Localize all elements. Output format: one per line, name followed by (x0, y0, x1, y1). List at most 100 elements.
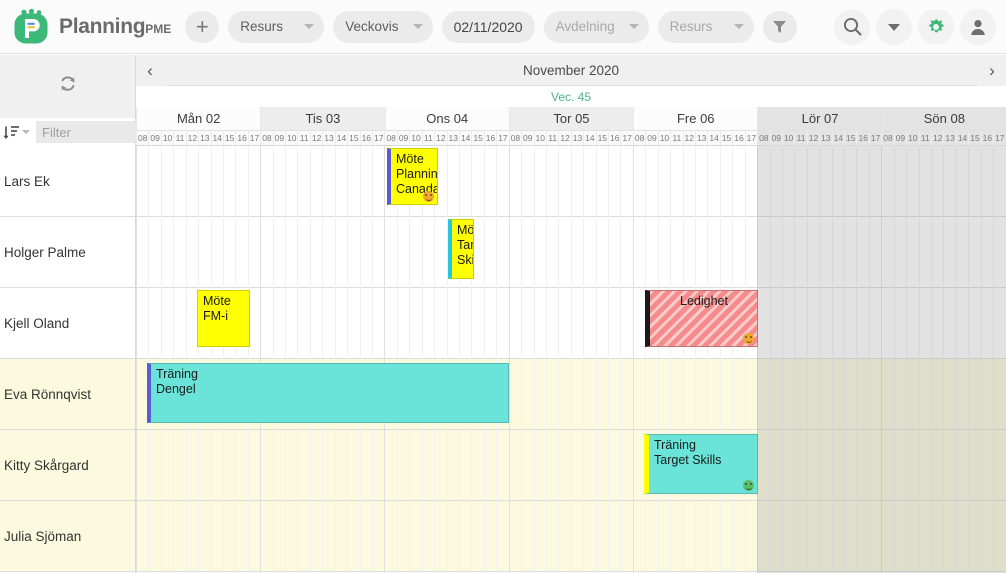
hour-header-cell: 12 (309, 131, 323, 146)
resource-select-value: Resurs (669, 19, 713, 34)
hour-header-cell: 17 (744, 131, 758, 146)
resource-row[interactable]: Holger Palme (0, 217, 135, 288)
hour-header-cell: 09 (148, 131, 161, 146)
timeline-row[interactable] (136, 430, 1006, 501)
timeline-row[interactable] (136, 501, 1006, 572)
hour-header-cell: 12 (931, 131, 944, 146)
hour-header-cell: 17 (247, 131, 261, 146)
event-label: Skil (457, 253, 473, 267)
filter-button[interactable] (762, 10, 797, 43)
chevron-down-icon (412, 24, 423, 29)
hour-header-cell: 16 (856, 131, 869, 146)
resource-row[interactable]: Kitty Skårgard (0, 430, 135, 501)
grid-rows (136, 146, 1006, 573)
resource-name: Eva Rönnqvist (4, 386, 92, 402)
resource-panel-header (0, 55, 136, 118)
event-block[interactable]: Träning Target Skills (644, 434, 758, 494)
settings-button[interactable] (918, 8, 954, 45)
hour-header-cell: 08 (260, 131, 273, 146)
day-header-cell: Ons 04 (384, 107, 509, 131)
hour-header-cell: 15 (471, 131, 484, 146)
hour-header-cell: 15 (844, 131, 857, 146)
event-label: Träning (156, 367, 198, 381)
resource-list: Lars Ek Holger Palme Kjell Oland Eva Rönnqv… (0, 146, 136, 573)
event-label: Möte (396, 152, 424, 166)
resource-row[interactable]: Eva Rönnqvist (0, 359, 135, 430)
hour-header-cell: 16 (608, 131, 621, 146)
hour-header-cell: 09 (893, 131, 907, 146)
event-label: Plannin (396, 167, 438, 181)
timeline-header: November 2020 ‹ › Vec. 45 Mån 02 Tis 03 On… (136, 55, 1006, 146)
event-block[interactable]: Möte FM-i (197, 290, 250, 347)
hour-header-cell: 11 (297, 131, 310, 146)
hour-header-cell: 08 (508, 131, 522, 146)
gear-icon (929, 18, 944, 32)
day-header-cell: Lör 07 (757, 107, 882, 131)
day-header-cell: Tor 05 (508, 107, 634, 131)
planningpme-logo-icon (12, 8, 50, 46)
hour-header-cell: 10 (409, 131, 422, 146)
timeline-body[interactable]: MötePlanninCanadaMötTarSkilMöteFM-iLedig… (136, 146, 1006, 573)
user-account-button[interactable] (960, 8, 996, 45)
prev-period-button[interactable]: ‹ (136, 55, 164, 86)
resource-row[interactable]: Kjell Oland (0, 288, 135, 359)
event-label: Möt (457, 223, 474, 237)
hour-header-cell: 12 (682, 131, 695, 146)
event-label: FM-i (203, 309, 228, 323)
hour-header-cell: 14 (831, 131, 845, 146)
resource-name: Kitty Skårgard (4, 457, 89, 473)
hour-header-cell: 11 (545, 131, 559, 146)
month-bar: November 2020 (136, 55, 1006, 86)
sort-icon (3, 125, 19, 139)
timeline-row[interactable] (136, 217, 1006, 288)
hour-header-cell: 11 (670, 131, 683, 146)
event-block[interactable]: Möte Plannin Canada (387, 148, 438, 205)
sort-dropdown-icon[interactable] (22, 130, 30, 134)
more-dropdown-button[interactable] (876, 8, 912, 45)
hour-header-cell: 09 (645, 131, 658, 146)
resource-name: Julia Sjöman (4, 528, 82, 544)
day-header-cell: Mån 02 (136, 107, 261, 131)
department-select-value: Avdelning (555, 19, 615, 34)
hour-header-cell: 08 (136, 131, 149, 146)
hour-header-cell: 15 (595, 131, 609, 146)
hour-header-cell: 17 (993, 131, 1006, 146)
hour-header-cell: 15 (347, 131, 360, 146)
event-block[interactable]: MötTarSkil (448, 219, 474, 279)
event-block[interactable]: Träning Dengel (147, 363, 509, 423)
timeline-row[interactable] (136, 146, 1006, 217)
search-icon (843, 17, 862, 36)
view-select[interactable]: Resurs (228, 10, 325, 43)
top-toolbar: PlanningPME + Resurs Veckovis 02/11/2020… (0, 0, 1006, 54)
timeline-row[interactable] (136, 288, 1006, 359)
refresh-button[interactable] (57, 73, 79, 100)
resource-filter-bar (0, 118, 224, 146)
hour-header-cell: 13 (570, 131, 584, 146)
day-header-row: Mån 02 Tis 03 Ons 04 Tor 05 Fre 06 Lör 07 Sön … (136, 107, 1006, 131)
resource-row[interactable]: Lars Ek (0, 146, 135, 217)
date-input[interactable]: 02/11/2020 (441, 10, 535, 43)
day-header-cell: Fre 06 (633, 107, 758, 131)
search-button[interactable] (834, 8, 870, 45)
resource-name: Kjell Oland (4, 315, 70, 331)
hour-header-cell: 10 (533, 131, 546, 146)
hour-header-cell: 10 (160, 131, 174, 146)
day-header-cell: Sön 08 (881, 107, 1006, 131)
sort-button[interactable] (3, 124, 20, 141)
hour-header-cell: 11 (918, 131, 931, 146)
add-button[interactable]: + (185, 10, 220, 43)
smiley-status-icon (743, 333, 754, 344)
period-select[interactable]: Veckovis (333, 10, 433, 43)
hour-header-cell: 16 (732, 131, 745, 146)
hour-header-cell: 11 (421, 131, 435, 146)
next-period-button[interactable]: › (978, 55, 1006, 86)
event-block[interactable]: Ledighet (645, 290, 758, 347)
resource-row[interactable]: Julia Sjöman (0, 501, 135, 572)
hour-header-cell: 11 (794, 131, 807, 146)
chevron-down-icon (628, 24, 639, 29)
department-select[interactable]: Avdelning (543, 10, 649, 43)
hour-header-cell: 17 (372, 131, 385, 146)
hour-header-cell: 09 (272, 131, 286, 146)
view-select-value: Resurs (240, 19, 284, 34)
resource-select[interactable]: Resurs (657, 10, 754, 43)
